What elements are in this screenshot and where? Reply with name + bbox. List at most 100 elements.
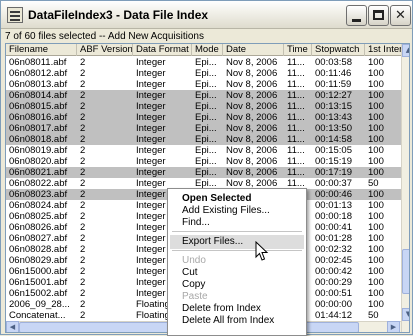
table-cell: Epi...: [195, 112, 217, 123]
table-cell: 2: [80, 299, 86, 310]
vertical-scrollbar[interactable]: ▲ ▼: [401, 44, 409, 332]
table-cell: Nov 8, 2006: [226, 101, 278, 112]
table-cell: 11...: [287, 156, 305, 167]
table-cell: 00:02:32: [315, 244, 352, 255]
table-cell: 00:13:50: [315, 123, 352, 134]
table-cell: 11...: [287, 145, 305, 156]
table-cell: Nov 8, 2006: [226, 68, 278, 79]
column-header[interactable]: Time: [284, 44, 312, 56]
context-menu: Open Selected Add Existing Files... Find..…: [167, 188, 307, 336]
table-cell: Epi...: [195, 90, 217, 101]
vertical-scroll-thumb[interactable]: [402, 249, 409, 294]
table-cell: 06n08024.abf: [9, 200, 68, 211]
table-cell: 06n08020.abf: [9, 156, 68, 167]
table-cell: Concatenat...: [9, 310, 66, 321]
table-cell: 00:00:41: [315, 222, 352, 233]
table-cell: Integer: [136, 134, 166, 145]
table-cell: Nov 8, 2006: [226, 167, 278, 178]
table-cell: 06n08028.abf: [9, 244, 68, 255]
column-header[interactable]: Filename: [6, 44, 77, 56]
close-icon: ✕: [395, 8, 406, 23]
table-row[interactable]: 06n08013.abf 2 Integer Epi... Nov 8, 2006 11.…: [6, 79, 409, 90]
table-cell: 00:00:46: [315, 189, 352, 200]
table-cell: 2: [80, 266, 86, 277]
table-cell: 2006_09_28...: [9, 299, 70, 310]
table-cell: 00:00:37: [315, 178, 352, 189]
table-cell: 2: [80, 90, 86, 101]
table-cell: Nov 8, 2006: [226, 156, 278, 167]
table-cell: 00:01:13: [315, 200, 352, 211]
table-cell: 06n15000.abf: [9, 266, 68, 277]
table-cell: 06n08011.abf: [9, 57, 67, 68]
menu-item-delete-all-from-index[interactable]: Delete All from Index: [170, 314, 304, 328]
table-cell: Nov 8, 2006: [226, 145, 278, 156]
title-bar[interactable]: DataFileIndex3 - Data File Index ✕: [1, 1, 412, 29]
menu-separator: [172, 250, 302, 251]
menu-item-find[interactable]: Find...: [170, 216, 304, 230]
table-cell: 00:14:58: [315, 134, 352, 145]
menu-item-export-files[interactable]: Export Files...: [170, 235, 304, 249]
table-row[interactable]: 06n08018.abf 2 Integer Epi... Nov 8, 2006 11.…: [6, 134, 409, 145]
table-cell: 2: [80, 101, 86, 112]
table-cell: Epi...: [195, 79, 217, 90]
table-cell: 06n08029.abf: [9, 255, 68, 266]
table-cell: 2: [80, 68, 86, 79]
table-row[interactable]: 06n08015.abf 2 Integer Epi... Nov 8, 2006 11.…: [6, 101, 409, 112]
table-cell: 2: [80, 112, 86, 123]
column-header[interactable]: Stopwatch: [312, 44, 365, 56]
table-cell: 06n08013.abf: [9, 79, 68, 90]
column-header[interactable]: ABF Version: [77, 44, 133, 56]
table-cell: Integer: [136, 156, 166, 167]
table-row[interactable]: 06n08016.abf 2 Integer Epi... Nov 8, 2006 11.…: [6, 112, 409, 123]
table-cell: 2: [80, 288, 86, 299]
table-cell: 06n15002.abf: [9, 288, 68, 299]
column-header[interactable]: Data Format: [133, 44, 192, 56]
table-row[interactable]: 06n08011.abf 2 Integer Epi... Nov 8, 2006 11.…: [6, 57, 409, 68]
table-cell: 06n08018.abf: [9, 134, 68, 145]
table-cell: 06n08014.abf: [9, 90, 68, 101]
maximize-button[interactable]: [368, 5, 389, 26]
table-cell: Integer: [136, 101, 166, 112]
table-cell: 06n08017.abf: [9, 123, 68, 134]
table-cell: Nov 8, 2006: [226, 112, 278, 123]
table-cell: 01:44:12: [315, 310, 352, 321]
table-cell: Integer: [136, 145, 166, 156]
table-cell: 00:01:28: [315, 233, 352, 244]
table-cell: 00:00:42: [315, 266, 352, 277]
table-cell: Epi...: [195, 167, 217, 178]
table-cell: Nov 8, 2006: [226, 90, 278, 101]
table-cell: 00:00:18: [315, 211, 352, 222]
table-cell: 2: [80, 255, 86, 266]
table-cell: Integer: [136, 167, 166, 178]
scroll-right-icon[interactable]: ▶: [387, 321, 400, 332]
table-cell: Epi...: [195, 134, 217, 145]
table-row[interactable]: 06n08020.abf 2 Integer Epi... Nov 8, 2006 11.…: [6, 156, 409, 167]
column-header[interactable]: Date: [223, 44, 284, 56]
mouse-pointer-icon: [255, 241, 269, 261]
minimize-button[interactable]: [346, 5, 367, 26]
selection-status: 7 of 60 files selected -- Add New Acquis…: [5, 31, 204, 42]
table-cell: 00:11:59: [315, 79, 352, 90]
scroll-left-icon[interactable]: ◀: [6, 321, 19, 332]
table-cell: 2: [80, 123, 86, 134]
column-header[interactable]: Mode: [192, 44, 223, 56]
table-cell: Epi...: [195, 101, 217, 112]
table-cell: 00:00:00: [315, 299, 352, 310]
table-cell: 11...: [287, 123, 305, 134]
table-row[interactable]: 06n08017.abf 2 Integer Epi... Nov 8, 2006 11.…: [6, 123, 409, 134]
table-row[interactable]: 06n08021.abf 2 Integer Epi... Nov 8, 2006 11.…: [6, 167, 409, 178]
table-cell: 2: [80, 200, 86, 211]
scroll-down-icon[interactable]: ▼: [402, 308, 409, 321]
table-cell: 06n08022.abf: [9, 178, 68, 189]
table-cell: 11...: [287, 134, 305, 145]
table-cell: 00:11:46: [315, 68, 352, 79]
table-cell: Integer: [136, 79, 166, 90]
table-row[interactable]: 06n08014.abf 2 Integer Epi... Nov 8, 2006 11.…: [6, 90, 409, 101]
table-row[interactable]: 06n08012.abf 2 Integer Epi... Nov 8, 2006 11.…: [6, 68, 409, 79]
table-cell: 00:15:05: [315, 145, 352, 156]
close-button[interactable]: ✕: [390, 5, 411, 26]
table-row[interactable]: 06n08019.abf 2 Integer Epi... Nov 8, 2006 11.…: [6, 145, 409, 156]
table-cell: 00:00:51: [315, 288, 352, 299]
table-cell: Integer: [136, 68, 166, 79]
scroll-up-icon[interactable]: ▲: [402, 44, 409, 57]
